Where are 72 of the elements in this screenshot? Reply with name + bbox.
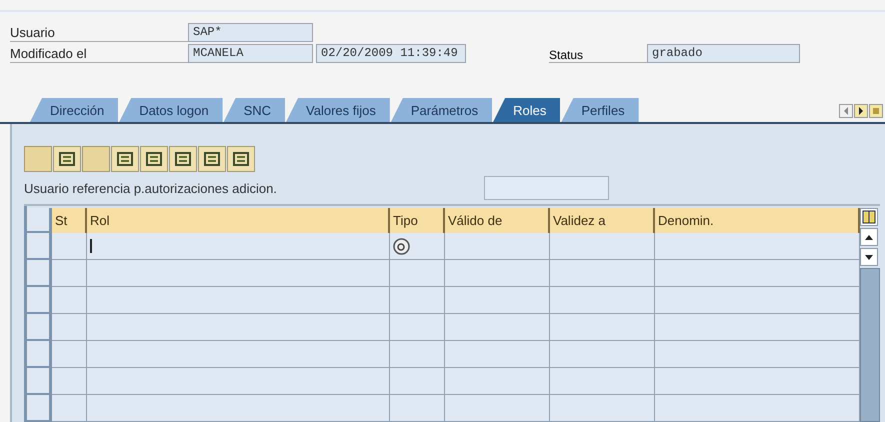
column-header[interactable]: Denomin.	[655, 208, 860, 235]
tool-icon	[174, 151, 192, 167]
field-label: Modificado el	[10, 44, 188, 62]
row-selector[interactable]	[27, 395, 52, 422]
tab[interactable]: SNC	[224, 98, 286, 122]
display-field: grabado	[647, 44, 800, 62]
reference-user-field[interactable]	[484, 176, 609, 200]
field-label: Usuario referencia p.autorizaciones adicion.	[24, 180, 278, 196]
toolbar-button[interactable]	[169, 146, 197, 172]
row-selector[interactable]	[27, 260, 52, 287]
grid-icon	[862, 210, 876, 224]
table-cell[interactable]	[87, 260, 390, 287]
column-settings-button[interactable]	[860, 208, 878, 226]
table-cell	[52, 233, 87, 260]
text-cursor	[90, 239, 92, 253]
scroll-down-button[interactable]	[860, 248, 878, 266]
table-cell	[52, 341, 87, 368]
row-selector[interactable]	[27, 287, 52, 314]
tool-icon	[58, 151, 76, 167]
tab[interactable]: Roles	[493, 98, 560, 122]
value-help-icon[interactable]	[393, 238, 410, 254]
table-cell	[390, 341, 445, 368]
table-cell	[390, 395, 445, 422]
table-cell[interactable]	[87, 395, 390, 422]
column-header[interactable]: St	[52, 208, 87, 235]
row-selector[interactable]	[27, 233, 52, 260]
arrow-up-icon	[865, 234, 873, 240]
table-cell	[52, 395, 87, 422]
table-cell	[52, 260, 87, 287]
tool-icon	[116, 151, 134, 167]
table-cell	[52, 368, 87, 395]
scroll-up-button[interactable]	[860, 228, 878, 246]
row-selector[interactable]	[27, 341, 52, 368]
table-cell	[390, 368, 445, 395]
table-cell	[390, 314, 445, 341]
table-cell[interactable]	[87, 287, 390, 314]
toolbar-button[interactable]	[53, 146, 81, 172]
column-header[interactable]: Tipo	[390, 208, 445, 235]
tab[interactable]: Datos logon	[119, 98, 223, 122]
display-field: SAP*	[188, 22, 313, 42]
table-cell[interactable]	[87, 314, 390, 341]
toolbar-button[interactable]	[140, 146, 168, 172]
arrow-right-icon	[858, 107, 864, 115]
select-all-cell[interactable]	[27, 208, 52, 233]
tool-icon	[203, 151, 221, 167]
tab[interactable]: Valores fijos	[286, 98, 390, 122]
row-selector[interactable]	[27, 368, 52, 395]
scrollbar-track[interactable]	[860, 268, 880, 422]
toolbar-button[interactable]	[227, 146, 255, 172]
column-header[interactable]: Rol	[87, 208, 390, 235]
table-cell[interactable]	[87, 233, 390, 260]
tab[interactable]: Perfiles	[561, 98, 639, 122]
table-cell	[52, 287, 87, 314]
tab[interactable]: Parámetros	[390, 98, 492, 122]
toolbar-button[interactable]	[198, 146, 226, 172]
column-header[interactable]: Validez a	[550, 208, 655, 235]
toolbar-button[interactable]	[111, 146, 139, 172]
tool-icon	[232, 151, 250, 167]
column-header[interactable]: Válido de	[445, 208, 550, 235]
arrow-down-icon	[865, 254, 873, 260]
row-selector[interactable]	[27, 314, 52, 341]
field-label: Usuario	[10, 22, 188, 42]
scroll-right-button[interactable]	[854, 104, 868, 118]
display-field: MCANELA	[188, 44, 313, 62]
table-cell[interactable]	[87, 341, 390, 368]
table-cell[interactable]	[87, 368, 390, 395]
display-field: 02/20/2009 11:39:49	[316, 44, 466, 62]
tool-icon	[145, 151, 163, 167]
arrow-left-icon	[843, 107, 849, 115]
tab[interactable]: Dirección	[30, 98, 118, 122]
table-cell	[52, 314, 87, 341]
table-cell	[390, 287, 445, 314]
